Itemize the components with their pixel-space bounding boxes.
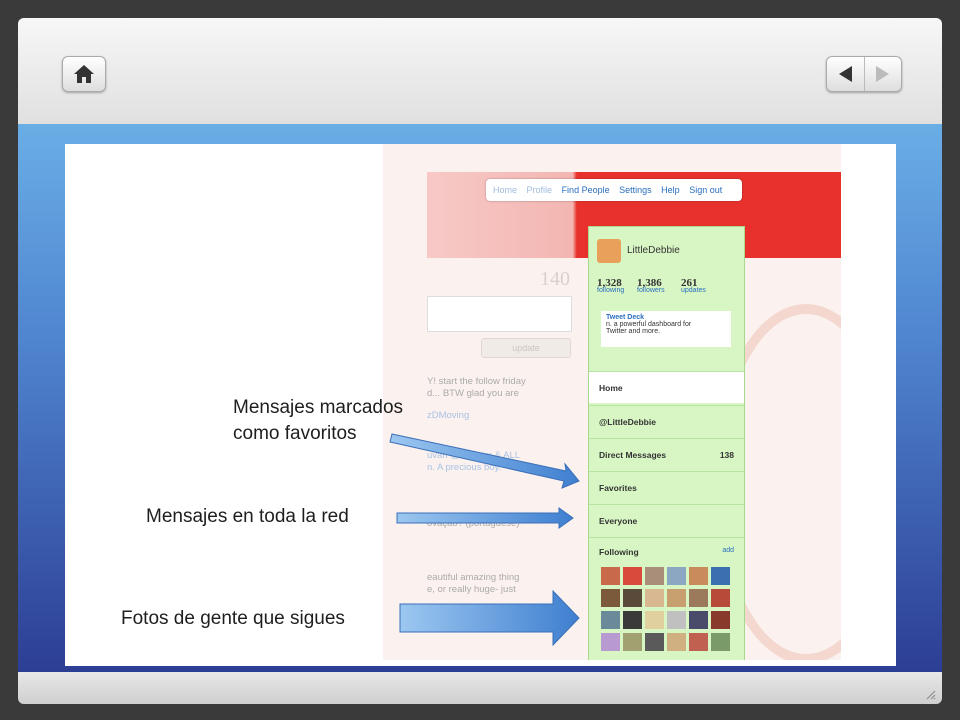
slide-navigation	[826, 56, 902, 92]
previous-button[interactable]	[827, 57, 865, 91]
viewer-frame: Home Profile Find People Settings Help S…	[18, 18, 942, 704]
slide-background: Home Profile Find People Settings Help S…	[18, 124, 942, 672]
status-bar	[18, 672, 942, 704]
callout-favorites-line: Mensajes marcados	[233, 397, 404, 418]
arrow-everyone	[396, 507, 574, 529]
slide: Home Profile Find People Settings Help S…	[65, 144, 896, 666]
triangle-right-icon	[876, 66, 889, 82]
callout-favorites-line: como favoritos	[233, 423, 357, 444]
toolbar	[18, 18, 942, 124]
callout-everyone: Mensajes en toda la red	[146, 506, 349, 527]
arrow-following	[399, 589, 580, 647]
callout-favorites: Mensajes marcados como favoritos	[233, 395, 403, 447]
callout-arrows	[389, 433, 580, 647]
home-icon	[74, 65, 94, 83]
next-button[interactable]	[864, 57, 901, 91]
home-button[interactable]	[62, 56, 106, 92]
arrow-favorites	[389, 433, 580, 489]
callout-following: Fotos de gente que sigues	[121, 608, 345, 629]
triangle-left-icon	[839, 66, 852, 82]
resize-grip-icon[interactable]	[924, 688, 936, 700]
